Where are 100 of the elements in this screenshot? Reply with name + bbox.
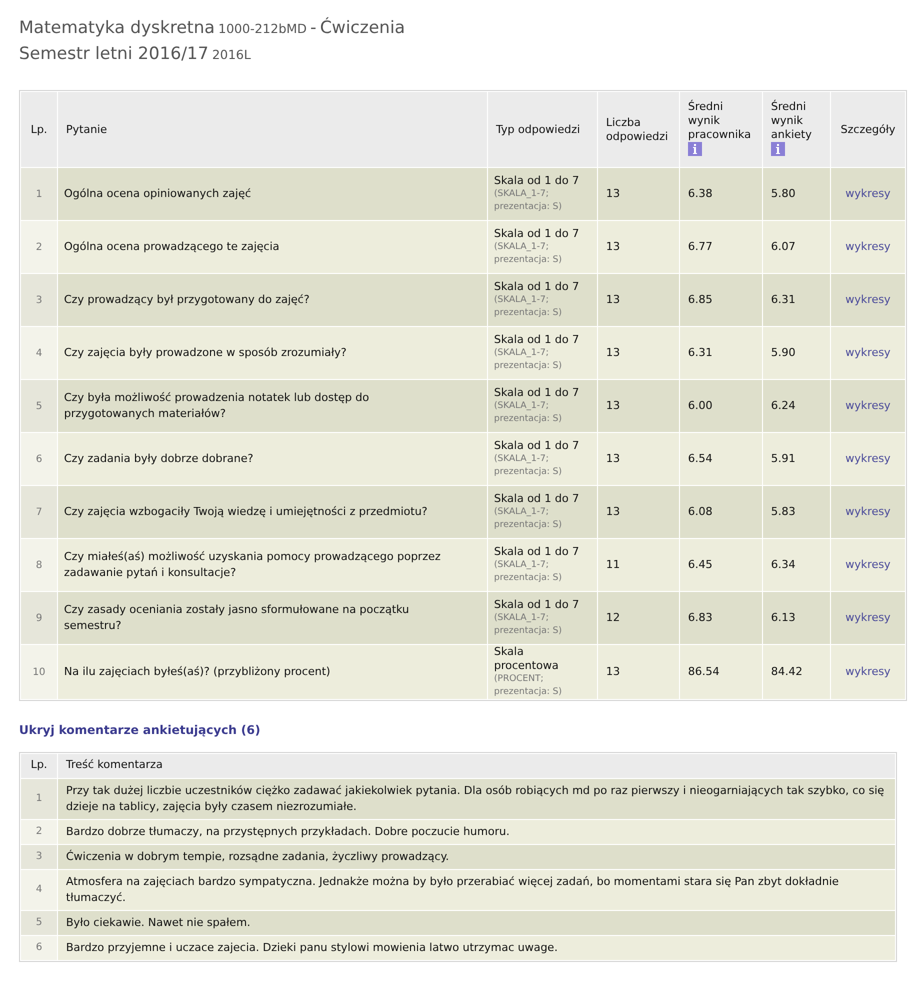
answer-type-code: (SKALA_1-7; prezentacja: S) <box>494 294 563 320</box>
answer-type: Skala od 1 do 7 <box>494 386 580 400</box>
survey-average: 5.80 <box>771 186 796 200</box>
answer-count: 13 <box>606 664 620 678</box>
charts-link[interactable]: wykresy <box>845 292 891 306</box>
employee-average: 6.45 <box>688 558 712 571</box>
employee-average: 6.85 <box>688 292 712 306</box>
comment-text: Przy tak dużej liczbie uczestników ciężko zadawać jakiekolwiek pytania. Dla osób robiących md po raz pierwszy i nieogarniających tak szybko, co się dzieje na tablicy, zajęcia były czasem niezrozumiałe. <box>66 784 884 812</box>
semester-title: Semestr letni 2016/17 <box>19 44 209 64</box>
answer-type-code: (SKALA_1-7; prezentacja: S) <box>494 347 563 373</box>
question-text: Na ilu zajęciach byłeś(aś)? (przybliżony procent) <box>64 664 330 678</box>
employee-average: 6.38 <box>688 186 712 200</box>
answer-type-code: (PROCENT; prezentacja: S) <box>494 673 563 699</box>
answer-type: Skala od 1 do 7 <box>494 439 580 453</box>
answer-count: 12 <box>606 610 620 624</box>
row-number: 8 <box>36 560 42 571</box>
row-number: 5 <box>36 400 42 412</box>
row-number: 6 <box>36 454 42 465</box>
row-number: 7 <box>36 506 42 518</box>
comment-text: Bardzo dobrze tłumaczy, na przystępnych przykładach. Dobre poczucie humoru. <box>66 824 510 838</box>
answer-type: Skala od 1 do 7 <box>494 174 580 188</box>
column-header: Średni wynik ankiety <box>771 100 813 142</box>
charts-link[interactable]: wykresy <box>845 504 891 518</box>
column-header: Treść komentarza <box>66 758 163 772</box>
question-text: Czy była możliwość prowadzenia notatek lub dostęp do przygotowanych materiałów? <box>64 390 370 420</box>
answer-type-code: (SKALA_1-7; prezentacja: S) <box>494 559 563 585</box>
survey-average: 6.34 <box>771 558 796 571</box>
survey-average: 84.42 <box>771 664 802 678</box>
comment-text: Ćwiczenia w dobrym tempie, rozsądne zadania, życzliwy prowadzący. <box>66 850 450 862</box>
row-number: 4 <box>36 348 42 359</box>
course-title: Matematyka dyskretna <box>19 18 215 38</box>
answer-type-code: (SKALA_1-7; prezentacja: S) <box>494 188 563 214</box>
answer-type: Skala procentowa <box>494 645 560 673</box>
question-text: Czy zadania były dobrze dobrane? <box>64 452 254 465</box>
answer-count: 13 <box>606 240 620 253</box>
survey-average: 6.31 <box>771 292 796 306</box>
answer-count: 11 <box>606 558 620 571</box>
charts-link[interactable]: wykresy <box>845 664 891 678</box>
comment-text: Bardzo przyjemne i uczace zajecia. Dzieki panu stylowi mowienia latwo utrzymac uwage. <box>66 940 558 954</box>
comment-text: Atmosfera na zajęciach bardzo sympatyczna. Jednakże można by było przerabiać więcej zadań, bo momentami stara się Pan zbyt dokładnie tłumaczyć. <box>66 874 839 904</box>
charts-link[interactable]: wykresy <box>845 398 891 412</box>
answer-count: 13 <box>606 452 620 465</box>
answer-type: Skala od 1 do 7 <box>494 545 580 559</box>
answer-type-code: (SKALA_1-7; prezentacja: S) <box>494 453 563 479</box>
class-type: Ćwiczenia <box>320 18 406 38</box>
comment-text: Było ciekawie. Nawet nie spałem. <box>66 916 250 928</box>
answer-type-code: (SKALA_1-7; prezentacja: S) <box>494 400 563 426</box>
row-number: 2 <box>36 826 42 838</box>
row-number: 4 <box>36 884 42 896</box>
answer-type: Skala od 1 do 7 <box>494 280 580 294</box>
charts-link[interactable]: wykresy <box>845 452 891 465</box>
question-text: Czy miałeś(aś) możliwość uzyskania pomocy prowadzącego poprzez zadawanie pytań i konsultacje? <box>64 550 441 579</box>
answer-type: Skala od 1 do 7 <box>494 492 580 506</box>
employee-average: 6.31 <box>688 346 712 359</box>
answer-count: 13 <box>606 292 620 306</box>
charts-link[interactable]: wykresy <box>845 240 891 253</box>
charts-link[interactable]: wykresy <box>845 558 891 571</box>
charts-link[interactable]: wykresy <box>845 346 891 359</box>
column-header: Szczegóły <box>840 122 896 136</box>
row-number: 1 <box>36 793 42 804</box>
question-text: Czy zasady oceniania zostały jasno sformułowane na początku semestru? <box>64 602 410 632</box>
column-header: Pytanie <box>66 122 108 136</box>
answer-count: 13 <box>606 398 620 412</box>
survey-average: 6.07 <box>771 240 796 253</box>
row-number: 6 <box>36 942 42 954</box>
question-text: Czy zajęcia były prowadzone w sposób zrozumiały? <box>64 346 347 359</box>
survey-average: 5.83 <box>771 504 796 518</box>
row-number: 2 <box>36 242 42 253</box>
answer-type-code: (SKALA_1-7; prezentacja: S) <box>494 241 563 267</box>
question-text: Czy zajęcia wzbogaciły Twoją wiedzę i umiejętności z przedmiotu? <box>64 504 428 518</box>
row-number: 10 <box>32 666 46 678</box>
answer-count: 13 <box>606 346 620 359</box>
info-icon <box>688 142 702 156</box>
answer-type: Skala od 1 do 7 <box>494 598 580 612</box>
info-icon <box>771 142 785 156</box>
charts-link[interactable]: wykresy <box>845 610 891 624</box>
course-code: 1000-212bMD <box>218 21 307 36</box>
answer-type-code: (SKALA_1-7; prezentacja: S) <box>494 506 563 532</box>
answer-count: 13 <box>606 186 620 200</box>
charts-link[interactable]: wykresy <box>845 186 891 200</box>
employee-average: 86.54 <box>688 664 720 678</box>
question-text: Ogólna ocena prowadzącego te zajęcia <box>64 240 280 253</box>
row-number: 3 <box>36 851 42 862</box>
question-text: Czy prowadzący był przygotowany do zajęć? <box>64 292 310 306</box>
column-header: Lp. <box>30 122 48 136</box>
answer-type: Skala od 1 do 7 <box>494 333 580 347</box>
employee-average: 6.00 <box>688 398 712 412</box>
column-header: Liczba odpowiedzi <box>606 116 670 144</box>
employee-average: 6.54 <box>688 452 712 465</box>
answer-type: Skala od 1 do 7 <box>494 227 580 241</box>
survey-average: 6.13 <box>771 610 796 624</box>
employee-average: 6.83 <box>688 610 712 624</box>
separator: - <box>310 18 316 38</box>
answer-count: 13 <box>606 504 620 518</box>
hide-comments-link[interactable]: Ukryj komentarze ankietujących (6) <box>19 723 260 737</box>
column-header: Lp. <box>30 758 48 772</box>
row-number: 1 <box>36 188 42 200</box>
question-text: Ogólna ocena opiniowanych zajęć <box>64 186 252 200</box>
column-header: Średni wynik pracownika <box>688 100 752 142</box>
answer-type-code: (SKALA_1-7; prezentacja: S) <box>494 612 563 638</box>
